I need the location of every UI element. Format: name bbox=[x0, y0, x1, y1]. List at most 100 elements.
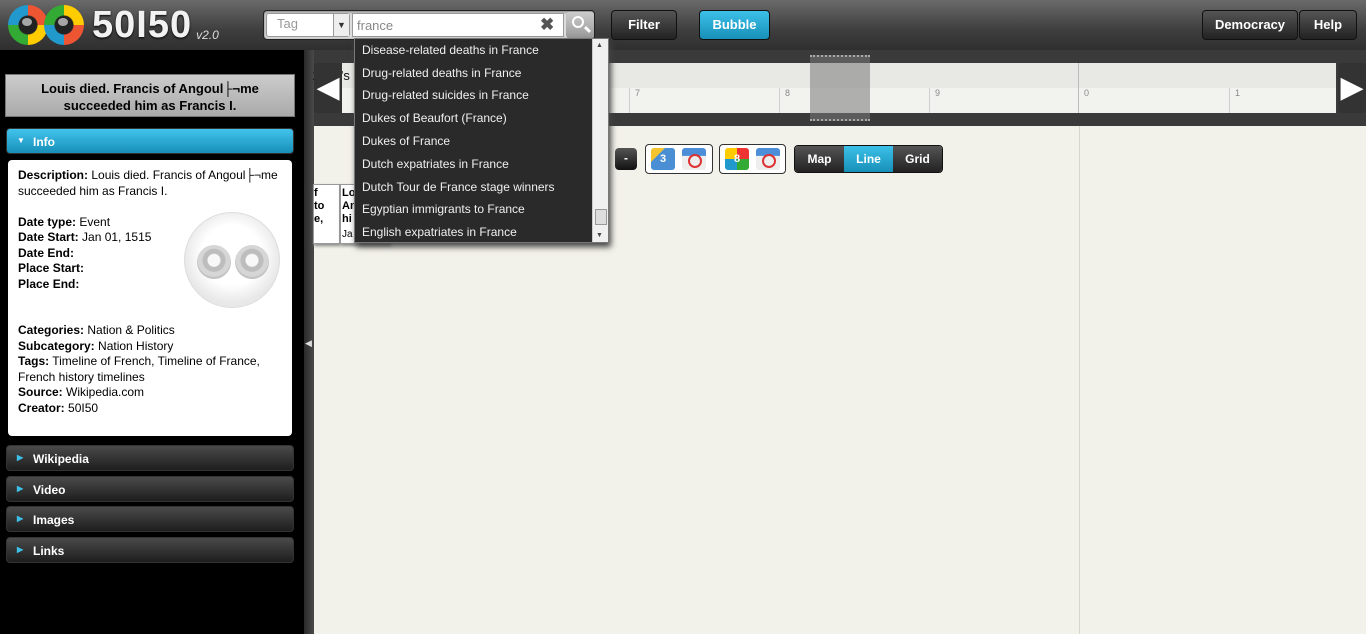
event-bubble[interactable]: f to e, bbox=[313, 184, 340, 244]
date-end-label: Date End: bbox=[18, 245, 75, 260]
top-bar: 50I50 v2.0 Tag ▼ ✖ Filter Bubble Democra… bbox=[0, 0, 1366, 50]
suggestion-item[interactable]: Dutch expatriates in France bbox=[355, 153, 593, 175]
chevron-right-icon: ▶ bbox=[17, 545, 24, 554]
timeline-tick: 0 bbox=[1078, 63, 1089, 113]
target-icon[interactable] bbox=[682, 148, 706, 170]
filter-button[interactable]: Filter bbox=[611, 10, 677, 40]
zoom-out-button[interactable]: - bbox=[615, 148, 637, 170]
chevron-left-icon[interactable]: ◀ bbox=[305, 338, 312, 349]
section-links[interactable]: ▶ Links bbox=[6, 537, 294, 563]
creator-value: 50I50 bbox=[64, 400, 99, 415]
gear-icon bbox=[197, 245, 231, 279]
chevron-down-icon: ▼ bbox=[17, 136, 25, 145]
date-type-label: Date type: bbox=[18, 214, 77, 229]
view-mode-toggle: Map Line Grid bbox=[794, 145, 943, 173]
mode-grid-button[interactable]: Grid bbox=[893, 146, 942, 172]
gear-icon bbox=[235, 245, 269, 279]
timeline-tick: 1 bbox=[1229, 88, 1240, 113]
section-wikipedia[interactable]: ▶ Wikipedia bbox=[6, 445, 294, 471]
suggestion-item[interactable]: Dutch Tour de France stage winners bbox=[355, 176, 593, 198]
section-label: Wikipedia bbox=[33, 452, 89, 466]
chevron-down-icon[interactable]: ▼ bbox=[333, 14, 349, 36]
section-label: Video bbox=[33, 483, 66, 497]
date-type-value: Event bbox=[76, 214, 111, 229]
search-button[interactable] bbox=[566, 12, 594, 38]
source-label: Source: bbox=[18, 385, 63, 399]
section-images[interactable]: ▶ Images bbox=[6, 506, 294, 532]
section-video[interactable]: ▶ Video bbox=[6, 476, 294, 502]
section-info[interactable]: ▼ Info bbox=[6, 128, 294, 154]
categories-icon[interactable]: 8 bbox=[725, 148, 749, 170]
description-label: Description: bbox=[18, 168, 89, 182]
suggestion-item[interactable]: English expatriates in France bbox=[355, 221, 593, 243]
source-value: Wikipedia.com bbox=[62, 385, 145, 399]
bubble-button[interactable]: Bubble bbox=[699, 10, 770, 40]
tags-row: Tags: Timeline of French, Timeline of Fr… bbox=[18, 354, 282, 385]
description-row: Description: Louis died. Francis of Ango… bbox=[18, 168, 282, 199]
suggestion-item[interactable]: Dukes of Beaufort (France) bbox=[355, 107, 593, 129]
calendar-icon[interactable]: 3 bbox=[651, 148, 675, 170]
chevron-right-icon: ▶ bbox=[17, 484, 24, 493]
subcategory-label: Subcategory: bbox=[18, 338, 95, 353]
event-avatar bbox=[184, 212, 280, 308]
scrollbar-thumb[interactable] bbox=[595, 209, 607, 225]
creator-label: Creator: bbox=[18, 400, 65, 415]
timeline-prev-button[interactable]: ◀ bbox=[314, 63, 342, 113]
suggestion-item[interactable]: Dukes of France bbox=[355, 130, 593, 152]
categories-row: Categories: Nation & Politics bbox=[18, 323, 282, 339]
timeline-tick: 9 bbox=[929, 88, 940, 113]
chevron-right-icon: ▶ bbox=[17, 514, 24, 523]
timeline-tick: 7 bbox=[629, 88, 640, 113]
timeline-tick: 8 bbox=[779, 88, 790, 113]
suggestion-item[interactable]: Egyptian immigrants to France bbox=[355, 198, 593, 220]
scroll-up-icon[interactable]: ▲ bbox=[596, 42, 603, 49]
suggestion-item[interactable]: Drug-related suicides in France bbox=[355, 84, 593, 106]
search-suggestions: Disease-related deaths in France Drug-re… bbox=[354, 38, 609, 243]
suggestion-item[interactable]: Drug-related deaths in France bbox=[355, 62, 593, 84]
event-title: Louis died. Francis of Angoul├¬me succee… bbox=[5, 74, 295, 117]
categories-label: Categories: bbox=[18, 323, 85, 337]
category-filter-group: 8 bbox=[719, 144, 786, 174]
section-label: Links bbox=[33, 544, 65, 558]
date-start-label: Date Start: bbox=[18, 230, 79, 244]
subcategory-value: Nation History bbox=[94, 338, 174, 353]
target-icon[interactable] bbox=[756, 148, 780, 170]
suggestion-item[interactable]: Disease-related deaths in France bbox=[355, 39, 593, 61]
section-label: Images bbox=[33, 513, 75, 527]
gear-logo-icon bbox=[44, 5, 84, 45]
brand-name: 50I50 bbox=[92, 3, 193, 46]
search-icon bbox=[572, 16, 584, 28]
close-icon[interactable]: ✖ bbox=[540, 16, 554, 34]
logo[interactable]: 50I50 v2.0 bbox=[8, 4, 219, 46]
tags-label: Tags: bbox=[18, 354, 50, 368]
scroll-down-icon[interactable]: ▼ bbox=[596, 232, 603, 239]
date-start-value: Jan 01, 1515 bbox=[78, 230, 152, 244]
suggestions-scrollbar[interactable]: ▲ ▼ bbox=[592, 39, 608, 242]
search-box: Tag ▼ ✖ bbox=[263, 10, 595, 40]
mode-line-button[interactable]: Line bbox=[844, 146, 893, 172]
search-input[interactable] bbox=[352, 13, 564, 37]
chevron-right-icon: ▶ bbox=[17, 453, 24, 462]
tags-value: Timeline of French, Timeline of France, … bbox=[18, 354, 260, 384]
subcategory-row: Subcategory: Nation History bbox=[18, 339, 282, 355]
event-detail-panel: Louis died. Francis of Angoul├¬me succee… bbox=[0, 50, 304, 634]
section-label: Info bbox=[33, 135, 55, 149]
date-filter-group: 3 bbox=[645, 144, 713, 174]
source-row: Source: Wikipedia.com bbox=[18, 385, 282, 401]
gear-logo-icon bbox=[8, 5, 48, 45]
place-end-label: Place End: bbox=[18, 276, 80, 291]
timeline-viewport-handle[interactable] bbox=[810, 55, 870, 121]
tag-select-placeholder: Tag bbox=[277, 16, 298, 31]
place-start-label: Place Start: bbox=[18, 261, 85, 275]
year-gridline bbox=[1079, 126, 1080, 634]
creator-row: Creator: 50I50 bbox=[18, 401, 282, 417]
mode-map-button[interactable]: Map bbox=[795, 146, 844, 172]
timeline-next-button[interactable]: ▶ bbox=[1338, 63, 1366, 113]
categories-value: Nation & Politics bbox=[84, 323, 175, 337]
help-button[interactable]: Help bbox=[1299, 10, 1357, 40]
panel-resize-handle[interactable]: ◀ bbox=[304, 50, 314, 634]
info-content: Description: Louis died. Francis of Ango… bbox=[8, 160, 292, 436]
brand-version: v2.0 bbox=[196, 28, 219, 42]
democracy-button[interactable]: Democracy bbox=[1202, 10, 1298, 40]
tag-select[interactable]: Tag ▼ bbox=[266, 13, 350, 37]
